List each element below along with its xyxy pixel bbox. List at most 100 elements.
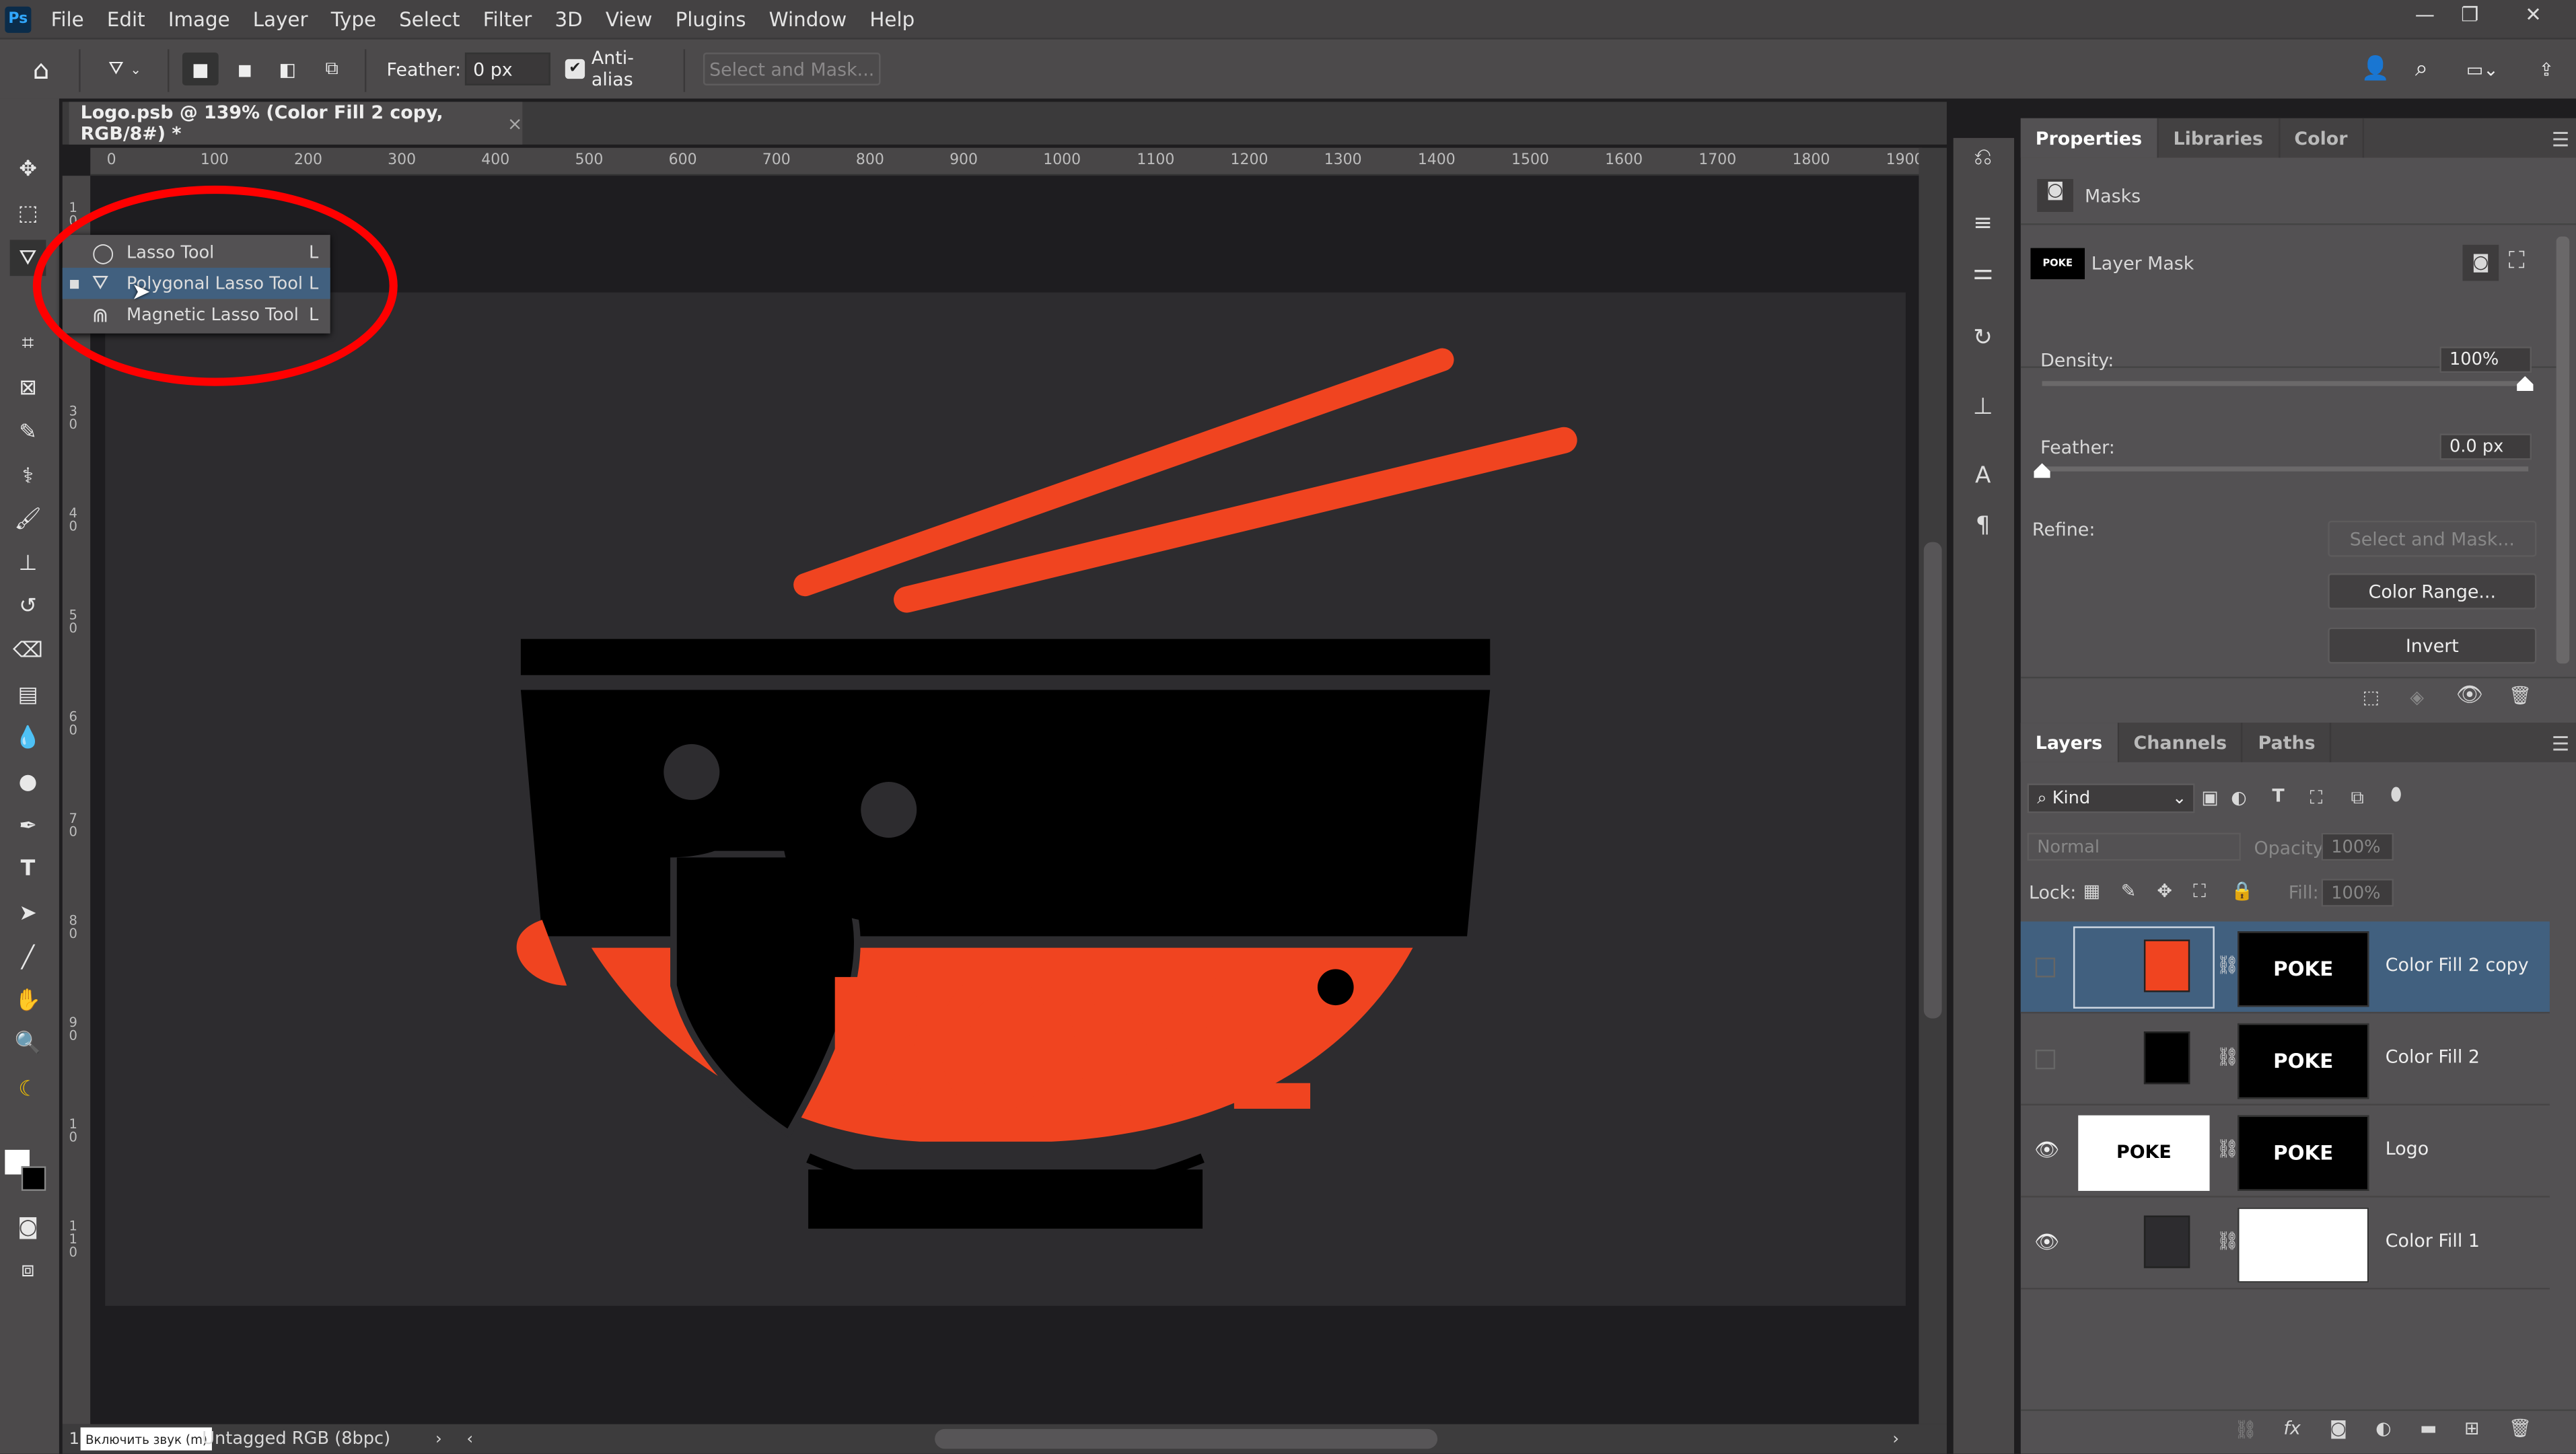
group-folder-icon[interactable]: ▬ xyxy=(2420,1418,2437,1439)
line-tool-icon[interactable]: ╱ xyxy=(10,939,46,976)
layer-name[interactable]: Logo xyxy=(2386,1138,2429,1160)
visibility-toggle[interactable] xyxy=(2035,957,2056,978)
visibility-toggle[interactable] xyxy=(2035,1049,2056,1070)
eye-icon[interactable]: 👁 xyxy=(2034,1138,2060,1165)
filter-toggle-icon[interactable]: ⬮ xyxy=(2390,784,2402,807)
crop-tool-icon[interactable]: ⌗ xyxy=(10,325,46,361)
marquee-tool-icon[interactable]: ⬚ xyxy=(10,196,46,232)
anti-alias-checkbox[interactable]: ✔ xyxy=(565,59,585,79)
tab-properties[interactable]: Properties xyxy=(2020,118,2159,158)
layer-row[interactable]: 👁 POKE ⛓ POKE Logo xyxy=(2020,1105,2550,1198)
density-input[interactable]: 100% xyxy=(2439,347,2532,373)
density-slider-thumb[interactable] xyxy=(2517,376,2534,392)
menu-select[interactable]: Select xyxy=(388,7,472,30)
eraser-tool-icon[interactable]: ⌫ xyxy=(10,632,46,669)
horizontal-scroll-thumb[interactable] xyxy=(935,1428,1438,1449)
load-selection-icon[interactable]: ⬚ xyxy=(2363,686,2380,708)
eyedropper-tool-icon[interactable]: ✎ xyxy=(10,414,46,450)
tab-libraries[interactable]: Libraries xyxy=(2158,118,2280,158)
banana-icon[interactable]: ☾ xyxy=(10,1071,46,1107)
status-menu-arrow[interactable]: › xyxy=(435,1430,442,1448)
history-brush-icon[interactable]: ↺ xyxy=(10,588,46,624)
menu-help[interactable]: Help xyxy=(858,7,926,30)
brush-settings-icon[interactable]: ≡ xyxy=(1966,207,1999,240)
stamp-tool-icon[interactable]: ⊥ xyxy=(10,546,46,582)
vertical-scrollbar[interactable] xyxy=(1919,147,1947,1424)
hand-tool-icon[interactable]: ✋ xyxy=(10,982,46,1019)
color-range-button[interactable]: Color Range... xyxy=(2328,573,2537,610)
select-and-mask-button[interactable]: Select and Mask... xyxy=(703,52,881,85)
history-icon[interactable]: ⎌ xyxy=(1966,141,1999,174)
quick-mask-icon[interactable]: ◙ xyxy=(10,1209,46,1245)
link-layers-icon[interactable]: ⛓ xyxy=(2234,1419,2257,1441)
actions-icon[interactable]: ⊥ xyxy=(1966,391,1999,424)
filter-type-icon[interactable]: T xyxy=(2272,785,2284,807)
adjustment-layer-icon[interactable]: ◐ xyxy=(2375,1418,2391,1439)
invert-button[interactable]: Invert xyxy=(2328,627,2537,664)
layer-name[interactable]: Color Fill 2 copy xyxy=(2386,954,2529,976)
select-and-mask-button[interactable]: Select and Mask... xyxy=(2328,520,2537,557)
character-icon[interactable]: A xyxy=(1966,460,1999,493)
frame-tool-icon[interactable]: ⊠ xyxy=(10,369,46,406)
type-tool-icon[interactable]: T xyxy=(10,851,46,887)
paragraph-icon[interactable]: ¶ xyxy=(1966,509,1999,542)
layer-name[interactable]: Color Fill 1 xyxy=(2386,1231,2480,1252)
panel-menu-icon[interactable]: ☰ xyxy=(2552,733,2569,756)
opacity-input[interactable]: 100% xyxy=(2321,832,2394,861)
background-color-swatch[interactable] xyxy=(21,1166,46,1191)
move-tool-icon[interactable]: ✥ xyxy=(10,151,46,188)
share-icon[interactable]: ⇪ xyxy=(2530,52,2563,85)
menu-plugins[interactable]: Plugins xyxy=(664,7,757,30)
workspace-icon[interactable]: ▭⌄ xyxy=(2454,52,2510,85)
feather-input[interactable]: 0 px xyxy=(464,52,550,85)
tab-layers[interactable]: Layers xyxy=(2020,723,2119,762)
filter-pixel-icon[interactable]: ▣ xyxy=(2201,787,2218,808)
lock-all-icon[interactable]: 🔒 xyxy=(2231,881,2253,902)
lock-pixels-icon[interactable]: ✎ xyxy=(2121,881,2137,902)
lock-transparent-icon[interactable]: ▦ xyxy=(2083,881,2100,902)
adjustments-icon[interactable]: ⚌ xyxy=(1966,256,1999,289)
intersect-selection-icon[interactable]: ⧉ xyxy=(314,52,350,85)
path-select-icon[interactable]: ➤ xyxy=(10,896,46,932)
apply-mask-icon[interactable]: ◈ xyxy=(2410,686,2424,708)
menu-view[interactable]: View xyxy=(594,7,664,30)
feather-slider-thumb[interactable] xyxy=(2034,463,2050,478)
vector-mask-button[interactable]: ⛶ xyxy=(2509,248,2525,275)
close-window-icon[interactable]: ✕ xyxy=(2525,3,2542,26)
document-tab[interactable]: Logo.psb @ 139% (Color Fill 2 copy, RGB/… xyxy=(69,102,522,145)
eye-icon[interactable]: 👁 xyxy=(2034,1231,2060,1257)
home-icon[interactable]: ⌂ xyxy=(23,52,59,85)
layer-name[interactable]: Color Fill 2 xyxy=(2386,1046,2480,1068)
properties-scrollbar[interactable] xyxy=(2556,236,2570,664)
pixel-mask-button[interactable]: ◙ xyxy=(2462,244,2499,281)
menu-file[interactable]: File xyxy=(40,7,96,30)
new-layer-icon[interactable]: ⊞ xyxy=(2464,1418,2480,1439)
menu-layer[interactable]: Layer xyxy=(242,7,320,30)
blur-tool-icon[interactable]: 💧 xyxy=(10,719,46,756)
minimize-icon[interactable]: — xyxy=(2415,3,2435,26)
feather-slider[interactable] xyxy=(2042,466,2529,472)
density-slider[interactable] xyxy=(2042,381,2529,386)
pen-tool-icon[interactable]: ✒ xyxy=(10,808,46,844)
menu-filter[interactable]: Filter xyxy=(472,7,544,30)
subtract-selection-icon[interactable]: ◧ xyxy=(269,52,306,85)
scroll-left-icon[interactable]: ‹ xyxy=(466,1430,473,1448)
dodge-tool-icon[interactable]: ● xyxy=(10,764,46,800)
fill-input[interactable]: 100% xyxy=(2321,879,2394,907)
filter-adjustment-icon[interactable]: ◐ xyxy=(2231,787,2246,808)
clone-source-icon[interactable]: ↻ xyxy=(1966,322,1999,355)
menu-3d[interactable]: 3D xyxy=(543,7,594,30)
filter-smart-object-icon[interactable]: ⧉ xyxy=(2351,787,2364,809)
vertical-scroll-thumb[interactable] xyxy=(1923,542,1942,1019)
add-mask-icon[interactable]: ◙ xyxy=(2330,1418,2347,1439)
gradient-tool-icon[interactable]: ▤ xyxy=(10,677,46,713)
healing-tool-icon[interactable]: ⚕ xyxy=(10,458,46,495)
menu-type[interactable]: Type xyxy=(320,7,388,30)
feather-input[interactable]: 0.0 px xyxy=(2439,433,2532,460)
zoom-tool-icon[interactable]: 🔍 xyxy=(10,1025,46,1061)
tab-channels[interactable]: Channels xyxy=(2119,723,2244,762)
add-selection-icon[interactable]: ◼ xyxy=(227,52,263,85)
tab-color[interactable]: Color xyxy=(2279,118,2364,158)
fx-icon[interactable]: fx xyxy=(2283,1418,2300,1439)
lock-artboard-icon[interactable]: ⛶ xyxy=(2193,881,2206,904)
